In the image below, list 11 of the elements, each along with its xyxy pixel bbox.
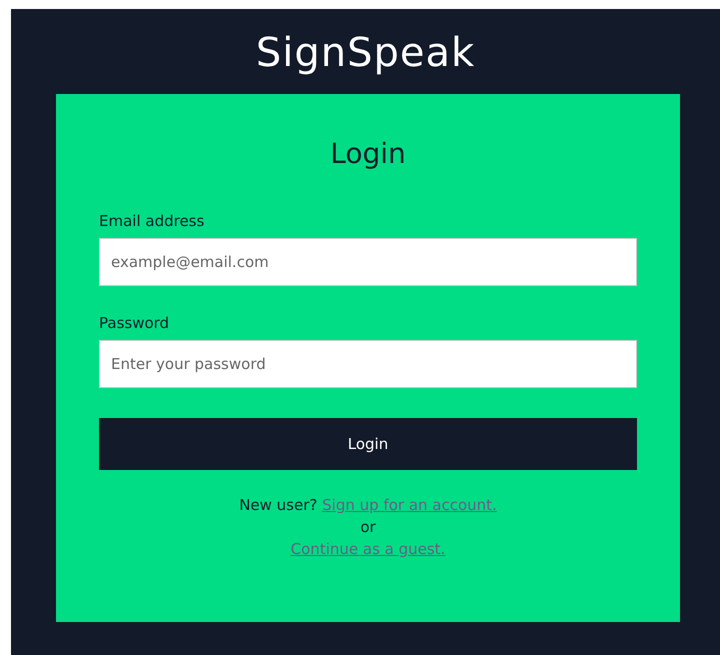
separator-text: or: [360, 517, 376, 538]
field-label: Email address: [99, 212, 204, 230]
input-field[interactable]: Enter your password: [99, 340, 637, 388]
login-button[interactable]: Login: [99, 418, 637, 470]
signup-prompt: New user?: [239, 496, 318, 514]
guest-link[interactable]: Continue as a guest.: [290, 538, 446, 560]
input-field[interactable]: example@email.com: [99, 238, 637, 286]
login-heading: Login: [330, 136, 406, 172]
field-label: Password: [99, 314, 170, 332]
app-title: SignSpeak: [256, 31, 476, 75]
signup-link[interactable]: Sign up for an account.: [322, 496, 497, 514]
